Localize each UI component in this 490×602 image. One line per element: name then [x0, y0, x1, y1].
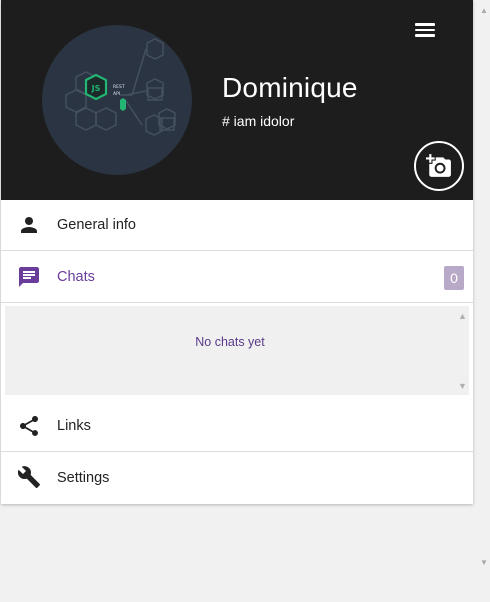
menu-item-label: Settings	[57, 469, 110, 486]
avatar-js-text: JS	[91, 84, 101, 93]
node-js-avatar-graphic: JS REST API	[65, 38, 176, 136]
page-scrollbar[interactable]: ▲ ▼	[477, 0, 490, 602]
profile-avatar: JS REST API	[42, 25, 192, 175]
menu-item-label: Chats	[57, 268, 95, 285]
add-photo-camera-icon	[426, 154, 451, 177]
scroll-up-icon[interactable]: ▲	[458, 312, 467, 321]
share-icon	[20, 416, 38, 436]
menu-item-links[interactable]: Links	[1, 401, 473, 452]
profile-header: JS REST API Dominique # iam idolor	[1, 0, 473, 200]
menu-item-chats[interactable]: Chats 0	[1, 251, 473, 303]
wrench-icon	[17, 466, 40, 488]
add-photo-button[interactable]	[414, 141, 464, 191]
chats-panel: No chats yet ▲ ▼	[5, 306, 469, 395]
page-scroll-down-icon[interactable]: ▼	[480, 558, 488, 567]
no-chats-message: No chats yet	[195, 335, 265, 349]
avatar-rest-text: REST	[113, 84, 125, 90]
profile-card: JS REST API Dominique # iam idolor Gener…	[1, 0, 473, 504]
profile-name: Dominique	[222, 72, 358, 103]
profile-tag: # iam idolor	[222, 113, 295, 129]
avatar-api-text: API	[113, 91, 120, 97]
hamburger-menu-icon[interactable]	[412, 18, 438, 42]
chat-bubble-icon	[19, 267, 39, 287]
chats-count-badge: 0	[444, 266, 464, 290]
page-scroll-up-icon[interactable]: ▲	[480, 6, 488, 15]
chats-panel-scrollbar[interactable]: ▲ ▼	[456, 308, 468, 393]
menu-item-general-info[interactable]: General info	[1, 200, 473, 251]
menu-item-settings[interactable]: Settings	[1, 452, 473, 503]
menu-item-label: Links	[57, 418, 91, 434]
scroll-down-icon[interactable]: ▼	[458, 382, 467, 391]
menu-item-label: General info	[57, 217, 136, 233]
person-icon	[21, 217, 37, 233]
